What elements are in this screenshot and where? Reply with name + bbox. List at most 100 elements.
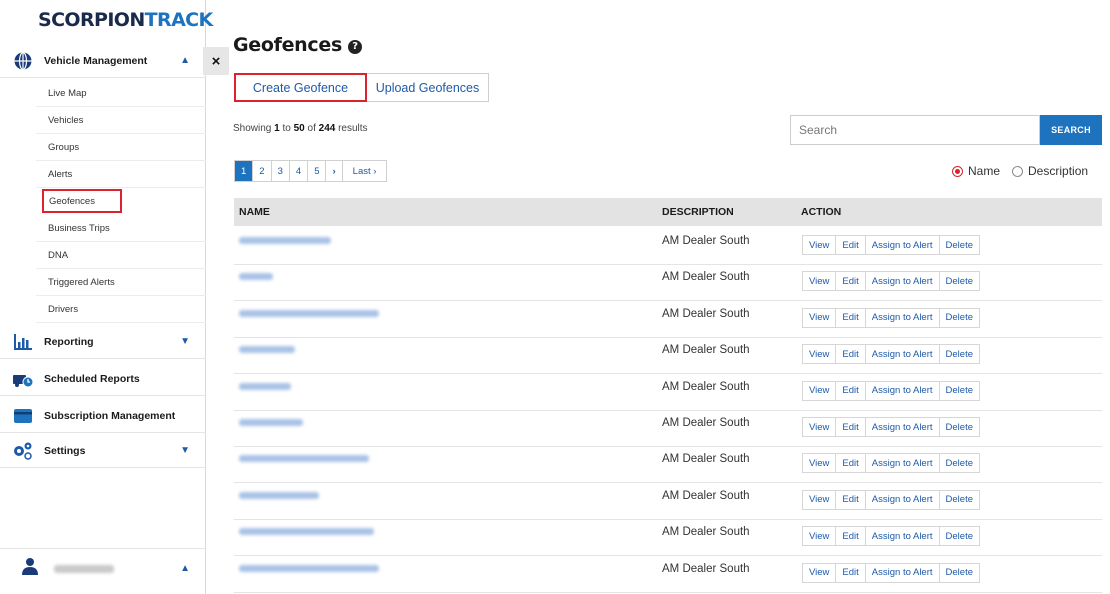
geofence-name-link[interactable] bbox=[239, 528, 374, 536]
edit-button[interactable]: Edit bbox=[836, 418, 866, 436]
nav-subscription-management[interactable]: Subscription Management bbox=[0, 399, 206, 433]
radio-description[interactable] bbox=[1012, 165, 1024, 177]
assign-to-alert-button[interactable]: Assign to Alert bbox=[866, 272, 940, 291]
row-actions: View Edit Assign to Alert Delete bbox=[802, 307, 980, 328]
delete-button[interactable]: Delete bbox=[940, 272, 979, 290]
delete-button[interactable]: Delete bbox=[940, 564, 979, 582]
delete-button[interactable]: Delete bbox=[940, 382, 979, 400]
assign-to-alert-button[interactable]: Assign to Alert bbox=[866, 527, 940, 546]
assign-to-alert-button[interactable]: Assign to Alert bbox=[866, 418, 940, 436]
delete-button[interactable]: Delete bbox=[940, 527, 979, 545]
view-button[interactable]: View bbox=[803, 345, 837, 364]
view-button[interactable]: View bbox=[803, 454, 837, 473]
nav-vehicle-management[interactable]: Vehicle Management ▲ bbox=[0, 44, 206, 78]
sidebar-item-live-map[interactable]: Live Map bbox=[36, 80, 206, 107]
nav-settings[interactable]: Settings ▼ bbox=[0, 434, 206, 468]
column-description[interactable]: DESCRIPTION bbox=[662, 206, 734, 218]
edit-button[interactable]: Edit bbox=[836, 490, 866, 509]
page-1-button[interactable]: 1 bbox=[235, 161, 254, 181]
geofence-name-link[interactable] bbox=[239, 564, 379, 572]
page-2-button[interactable]: 2 bbox=[253, 161, 272, 181]
geofence-name-link[interactable] bbox=[239, 237, 331, 244]
assign-to-alert-button[interactable]: Assign to Alert bbox=[866, 381, 940, 400]
search-input[interactable] bbox=[791, 116, 1039, 144]
nav-scheduled-reports[interactable]: Scheduled Reports bbox=[0, 362, 206, 396]
assign-to-alert-button[interactable]: Assign to Alert bbox=[866, 308, 940, 327]
sidebar-item-geofences[interactable]: Geofences bbox=[42, 189, 122, 213]
assign-to-alert-button[interactable]: Assign to Alert bbox=[866, 345, 940, 364]
search-button[interactable]: SEARCH bbox=[1040, 115, 1102, 145]
edit-button[interactable]: Edit bbox=[836, 345, 866, 364]
sidebar-item-vehicles[interactable]: Vehicles bbox=[36, 107, 206, 134]
sidebar-item-groups[interactable]: Groups bbox=[36, 134, 206, 161]
assign-to-alert-button[interactable]: Assign to Alert bbox=[866, 563, 940, 582]
geofence-name-link[interactable] bbox=[239, 346, 295, 354]
sidebar-item-dna[interactable]: DNA bbox=[36, 242, 206, 269]
edit-button[interactable]: Edit bbox=[836, 563, 866, 582]
assign-to-alert-button[interactable]: Assign to Alert bbox=[866, 490, 940, 509]
upload-geofences-button[interactable]: Upload Geofences bbox=[367, 73, 489, 102]
next-page-button[interactable]: › bbox=[326, 161, 343, 181]
geofence-name-link[interactable] bbox=[239, 309, 379, 317]
geofence-description: AM Dealer South bbox=[662, 235, 750, 247]
page-3-button[interactable]: 3 bbox=[272, 161, 290, 181]
table-header: NAME DESCRIPTION ACTION bbox=[234, 198, 1102, 226]
row-actions: View Edit Assign to Alert Delete bbox=[802, 380, 980, 401]
view-button[interactable]: View bbox=[803, 527, 837, 546]
sidebar-item-label: Live Map bbox=[48, 87, 87, 99]
geofence-name-link[interactable] bbox=[239, 455, 369, 463]
sidebar-item-label: Vehicles bbox=[48, 114, 84, 126]
sidebar-item-business-trips[interactable]: Business Trips bbox=[36, 215, 206, 242]
row-actions: View Edit Assign to Alert Delete bbox=[802, 489, 980, 510]
edit-button[interactable]: Edit bbox=[836, 527, 866, 546]
geofence-name-link[interactable] bbox=[239, 491, 319, 499]
page-4-button[interactable]: 4 bbox=[290, 161, 309, 181]
geofence-description: AM Dealer South bbox=[662, 380, 750, 393]
view-button[interactable]: View bbox=[803, 381, 837, 400]
geofence-name-link[interactable] bbox=[239, 382, 291, 390]
chevron-up-icon: ▲ bbox=[180, 55, 190, 66]
edit-button[interactable]: Edit bbox=[836, 236, 866, 254]
assign-to-alert-button[interactable]: Assign to Alert bbox=[866, 236, 940, 254]
delete-button[interactable]: Delete bbox=[940, 418, 979, 436]
sidebar-item-drivers[interactable]: Drivers bbox=[36, 296, 206, 323]
column-name[interactable]: NAME bbox=[239, 206, 270, 218]
sidebar-item-label: Alerts bbox=[48, 168, 73, 180]
last-page-button[interactable]: Last › bbox=[343, 161, 387, 181]
geofence-name-link[interactable] bbox=[239, 419, 303, 426]
nav-label: Scheduled Reports bbox=[44, 372, 140, 385]
close-sidebar-button[interactable]: × bbox=[203, 47, 229, 75]
radio-name[interactable] bbox=[952, 165, 963, 177]
edit-button[interactable]: Edit bbox=[836, 381, 866, 400]
edit-button[interactable]: Edit bbox=[836, 454, 866, 473]
edit-button[interactable]: Edit bbox=[836, 308, 866, 327]
user-name bbox=[54, 564, 114, 573]
view-button[interactable]: View bbox=[803, 272, 837, 291]
view-button[interactable]: View bbox=[803, 418, 837, 436]
view-button[interactable]: View bbox=[803, 236, 837, 254]
nav-reporting[interactable]: Reporting ▼ bbox=[0, 325, 206, 359]
geofence-name-link[interactable] bbox=[239, 273, 273, 281]
page-5-button[interactable]: 5 bbox=[308, 161, 327, 181]
geofence-description: AM Dealer South bbox=[662, 453, 750, 466]
sidebar-item-triggered-alerts[interactable]: Triggered Alerts bbox=[36, 269, 206, 296]
view-button[interactable]: View bbox=[803, 563, 837, 582]
user-menu[interactable]: ▲ bbox=[0, 548, 206, 588]
row-actions: View Edit Assign to Alert Delete bbox=[802, 417, 980, 437]
sidebar-item-alerts[interactable]: Alerts bbox=[36, 161, 206, 188]
create-geofence-button[interactable]: Create Geofence bbox=[234, 73, 367, 102]
view-button[interactable]: View bbox=[803, 308, 837, 327]
delete-button[interactable]: Delete bbox=[940, 345, 979, 363]
logo-part1: SCORPION bbox=[38, 9, 145, 31]
nav-label: Reporting bbox=[44, 335, 94, 348]
delete-button[interactable]: Delete bbox=[940, 309, 979, 327]
view-button[interactable]: View bbox=[803, 490, 837, 509]
edit-button[interactable]: Edit bbox=[836, 272, 866, 291]
help-icon[interactable]: ? bbox=[347, 40, 362, 54]
assign-to-alert-button[interactable]: Assign to Alert bbox=[866, 454, 940, 473]
delete-button[interactable]: Delete bbox=[940, 491, 979, 509]
delete-button[interactable]: Delete bbox=[940, 454, 979, 472]
sidebar-item-label: DNA bbox=[48, 249, 69, 261]
column-action: ACTION bbox=[801, 206, 842, 218]
delete-button[interactable]: Delete bbox=[940, 236, 979, 254]
